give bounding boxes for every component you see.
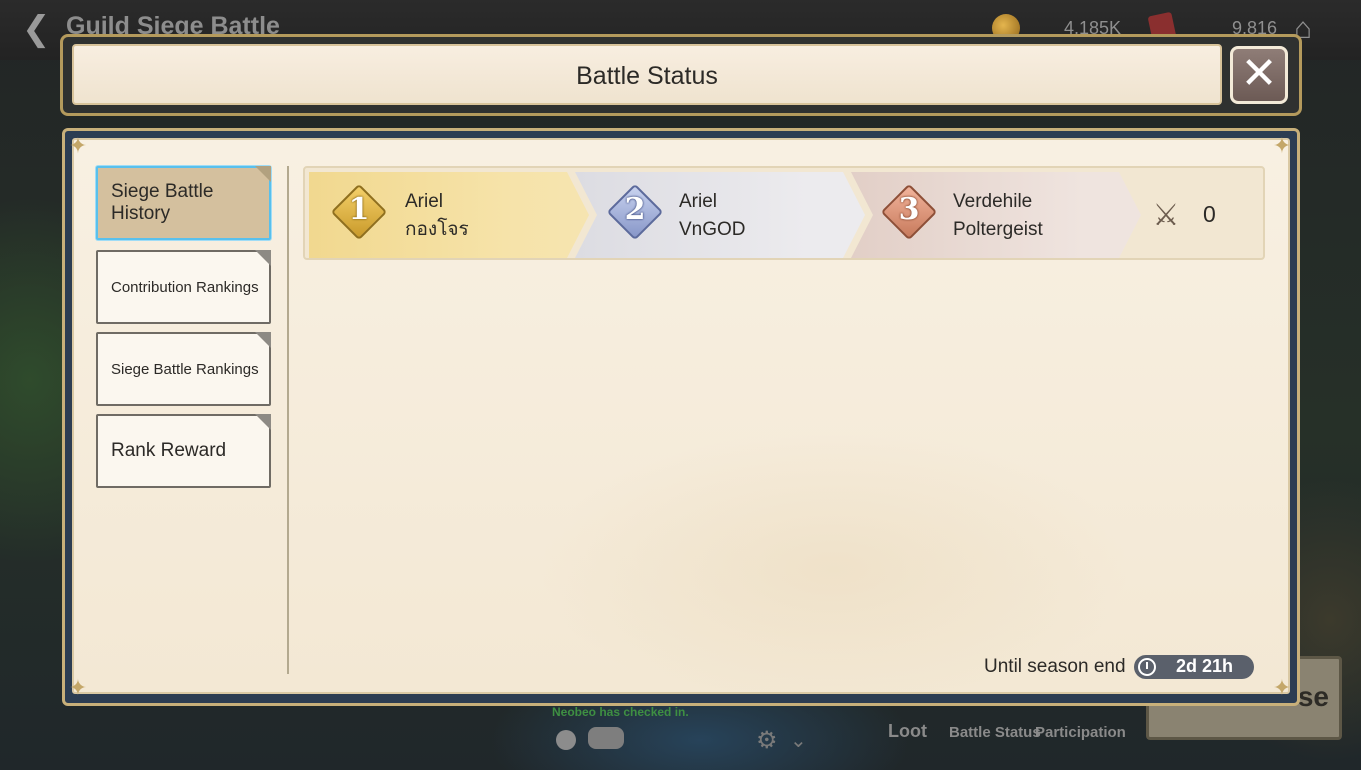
battle-score: 0 <box>1203 201 1216 227</box>
emoji-icon[interactable] <box>556 730 576 750</box>
battle-status-button-label: Battle Status <box>949 724 1041 741</box>
rank-2-guild: Ariel <box>679 191 718 212</box>
season-end-label: Until season end <box>984 656 1126 677</box>
crossed-swords-icon: ⚔ <box>1152 199 1180 232</box>
chat-icon[interactable] <box>588 727 624 749</box>
corner-ornament-icon: ✦ <box>1272 675 1292 700</box>
rank-3-guild: Verdehile <box>953 191 1033 212</box>
season-timer: 2d 21h <box>1134 655 1254 679</box>
corner-ornament-icon: ✦ <box>68 133 88 158</box>
rank-3-subguild: Poltergeist <box>953 219 1043 240</box>
header-panel: Battle Status <box>72 44 1222 105</box>
rank-3-info: Verdehile Poltergeist <box>953 188 1043 244</box>
background-close-label: se <box>1297 681 1329 712</box>
participation-button-label: Participation <box>1035 724 1126 741</box>
tab-siege-battle-history[interactable]: Siege Battle History <box>96 166 271 240</box>
tab-rank-reward[interactable]: Rank Reward <box>96 414 271 488</box>
chat-notice: Neobeo has checked in. <box>552 705 689 719</box>
rank-2-subguild: VnGOD <box>679 219 746 240</box>
settings-gear-icon[interactable]: ⚙ <box>756 726 778 755</box>
rank-1-info: Ariel กองโจร <box>405 188 469 244</box>
sidebar-divider <box>287 166 289 674</box>
season-remaining: 2d 21h <box>1176 656 1234 676</box>
tab-label: Contribution Rankings <box>111 278 259 296</box>
chevron-down-icon[interactable]: ⌄ <box>790 728 807 753</box>
close-button[interactable]: ✕ <box>1230 46 1288 104</box>
rank-3-number: 3 <box>898 192 920 227</box>
back-icon[interactable]: ❮ <box>22 12 56 46</box>
rank-1-number: 1 <box>348 192 370 227</box>
battle-result-row: 1 Ariel กองโจร 2 Ariel VnGOD 3 Verdehile… <box>303 166 1265 260</box>
rank-1-subguild: กองโจร <box>405 219 469 240</box>
tab-label: Siege Battle Rankings <box>111 360 259 378</box>
clock-icon <box>1138 658 1156 676</box>
dialog-title: Battle Status <box>576 62 718 90</box>
tab-siege-battle-rankings[interactable]: Siege Battle Rankings <box>96 332 271 406</box>
tab-contribution-rankings[interactable]: Contribution Rankings <box>96 250 271 324</box>
loot-button-label: Loot <box>888 721 927 741</box>
close-icon: ✕ <box>1240 49 1278 98</box>
tab-label: Siege Battle History <box>111 181 214 224</box>
corner-ornament-icon: ✦ <box>1272 133 1292 158</box>
corner-ornament-icon: ✦ <box>68 675 88 700</box>
rank-2-info: Ariel VnGOD <box>679 188 746 244</box>
tab-label: Rank Reward <box>111 440 227 461</box>
rank-2-number: 2 <box>624 192 646 227</box>
rank-1-guild: Ariel <box>405 191 444 212</box>
